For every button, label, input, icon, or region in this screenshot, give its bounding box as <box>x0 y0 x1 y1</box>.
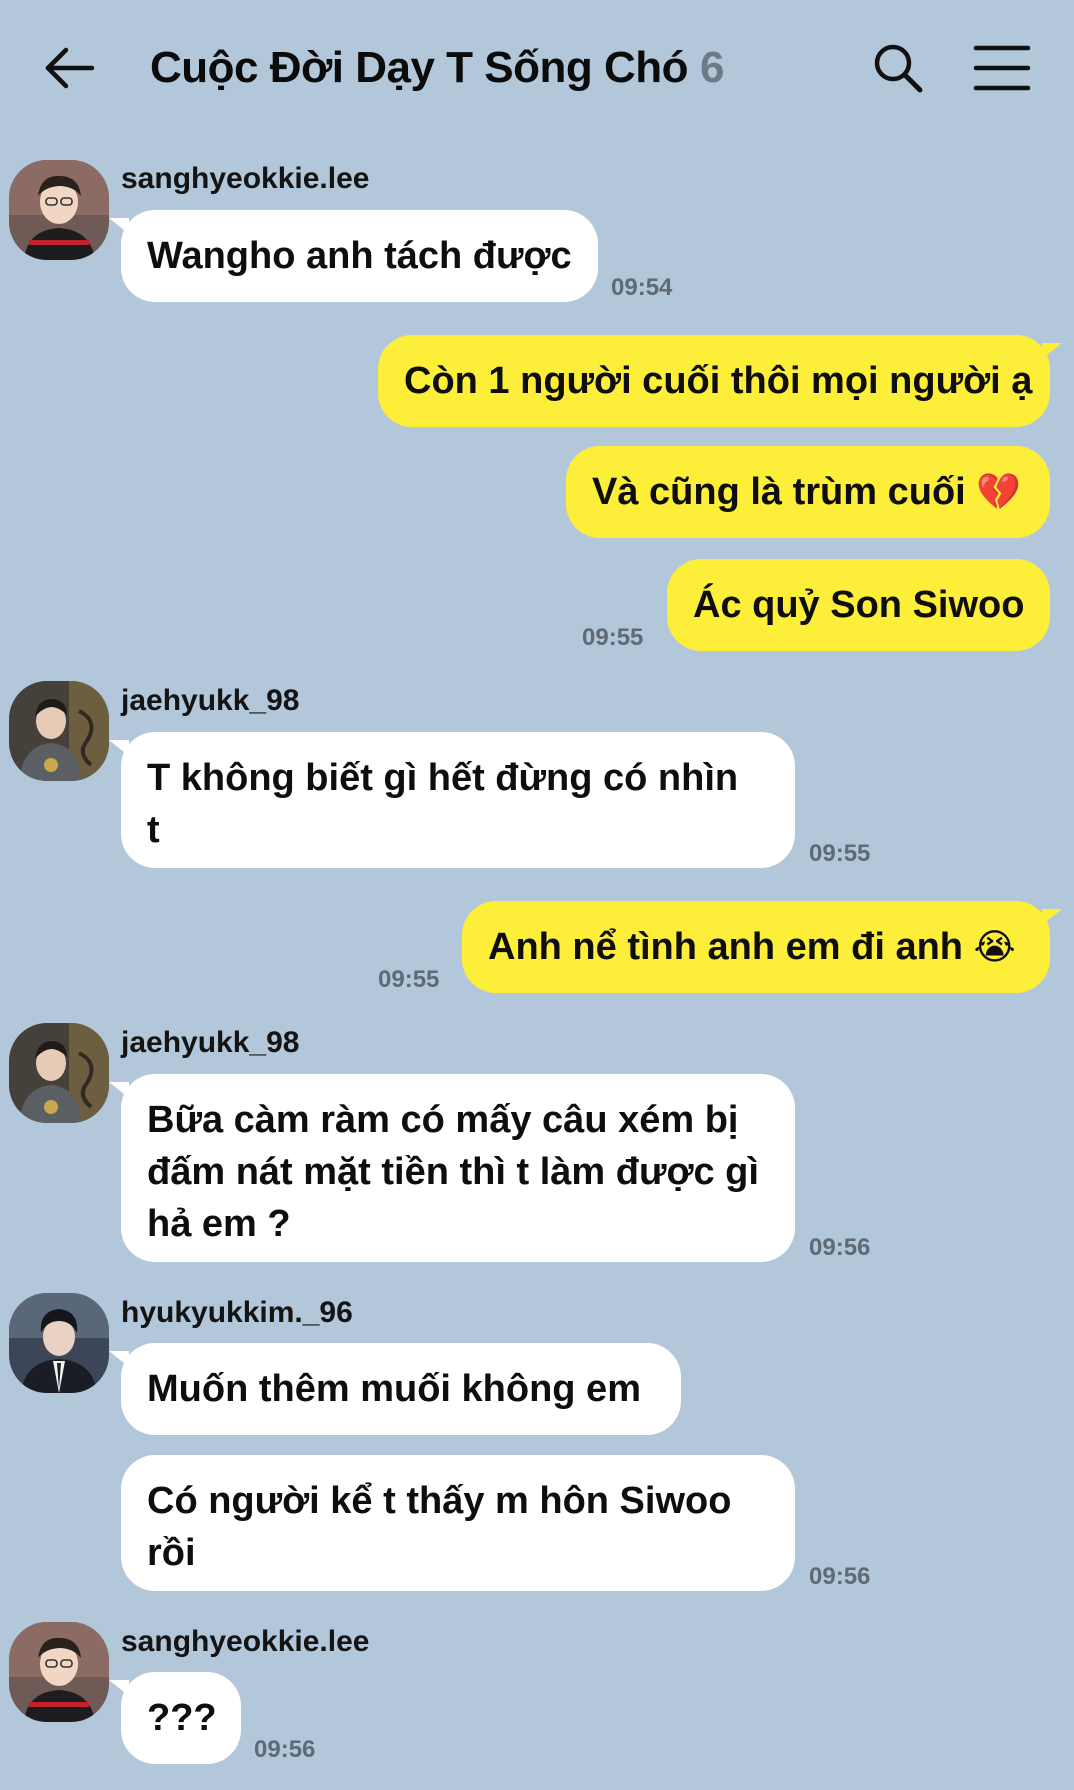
message-bubble[interactable]: Anh nể tình anh em đi anh 😭 <box>462 901 1062 993</box>
member-count: 6 <box>700 43 725 92</box>
message-time: 09:56 <box>809 1234 871 1261</box>
message-text-line: đấm nát mặt tiền thì t làm được gì <box>147 1151 759 1193</box>
message-time: 09:55 <box>582 624 644 651</box>
sender-name: hyukyukkim._96 <box>121 1296 353 1329</box>
broken-heart-emoji: 💔 <box>976 472 1022 513</box>
back-arrow-icon[interactable] <box>40 38 100 98</box>
message-bubble[interactable]: ??? <box>109 1672 241 1764</box>
message-text-line: rồi <box>147 1532 196 1574</box>
message-bubble[interactable]: Và cũng là trùm cuối 💔 <box>566 446 1050 538</box>
search-icon[interactable] <box>868 38 928 98</box>
message-text: Muốn thêm muối không em <box>147 1368 641 1410</box>
message-text: Còn 1 người cuối thôi mọi người ạ <box>404 360 1033 402</box>
message-bubble[interactable]: Bữa càm ràm có mấy câu xém bị đấm nát mặ… <box>109 1074 795 1262</box>
message-text-line: Có người kể t thấy m hôn Siwoo <box>147 1480 732 1522</box>
avatar[interactable] <box>9 160 109 260</box>
sender-name: jaehyukk_98 <box>121 684 300 717</box>
message-bubble[interactable]: Wangho anh tách được <box>109 210 598 302</box>
sender-name: jaehyukk_98 <box>121 1026 300 1059</box>
message-text-line: hả em ? <box>147 1203 291 1245</box>
sender-name: sanghyeokkie.lee <box>121 162 370 195</box>
message-time: 09:54 <box>611 274 673 301</box>
crying-face-emoji: 😭 <box>973 927 1016 968</box>
avatar[interactable] <box>9 1293 109 1393</box>
avatar[interactable] <box>9 1023 109 1123</box>
message-text-line: Bữa càm ràm có mấy câu xém bị <box>147 1099 739 1141</box>
message-bubble[interactable]: Ác quỷ Son Siwoo <box>667 559 1050 651</box>
message-bubble[interactable]: Có người kể t thấy m hôn Siwoo rồi <box>121 1455 795 1591</box>
message-text: Ác quỷ Son Siwoo <box>693 584 1025 626</box>
message-time: 09:56 <box>254 1736 316 1763</box>
menu-icon[interactable] <box>972 40 1032 96</box>
message-text-line: T không biết gì hết đừng có nhìn <box>147 757 739 799</box>
chat-title: Cuộc Đời Dạy T Sống Chó <box>150 43 689 92</box>
message-bubble[interactable]: Còn 1 người cuối thôi mọi người ạ <box>378 335 1062 427</box>
message-text: Anh nể tình anh em đi anh <box>488 926 963 968</box>
message-text: Wangho anh tách được <box>147 235 572 277</box>
message-time: 09:55 <box>378 966 440 993</box>
chat-header: Cuộc Đời Dạy T Sống Chó 6 <box>0 0 1074 135</box>
message-time: 09:55 <box>809 840 871 867</box>
message-bubble[interactable]: Muốn thêm muối không em <box>109 1343 681 1435</box>
message-bubble[interactable]: T không biết gì hết đừng có nhìn t <box>109 732 795 868</box>
chat-title-group: Cuộc Đời Dạy T Sống Chó 6 <box>150 38 725 98</box>
message-text: ??? <box>147 1697 217 1739</box>
avatar[interactable] <box>9 681 109 781</box>
sender-name: sanghyeokkie.lee <box>121 1625 370 1658</box>
avatar[interactable] <box>9 1622 109 1722</box>
message-time: 09:56 <box>809 1563 871 1590</box>
message-text: Và cũng là trùm cuối <box>592 471 966 513</box>
message-text-line: t <box>147 809 160 851</box>
